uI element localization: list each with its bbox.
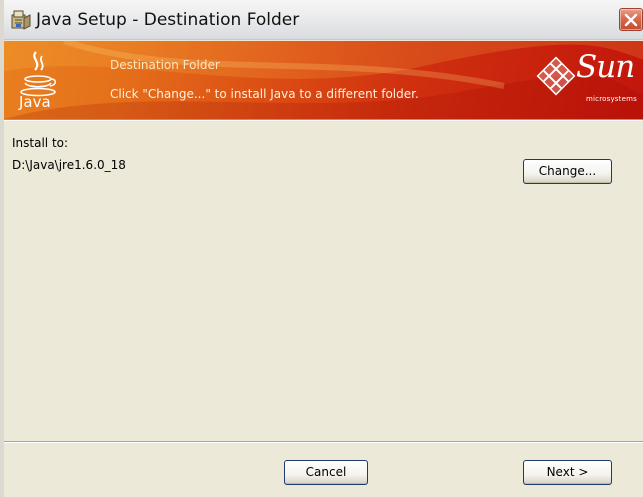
sun-logo-subtext: microsystems bbox=[586, 95, 637, 103]
footer-divider bbox=[4, 441, 643, 443]
title-bar[interactable]: Java Setup - Destination Folder bbox=[4, 0, 643, 40]
next-button[interactable]: Next > bbox=[523, 460, 612, 485]
installer-package-icon bbox=[10, 9, 32, 31]
change-button[interactable]: Change... bbox=[523, 159, 612, 184]
sun-logo-text: Sun bbox=[576, 49, 635, 85]
install-to-label: Install to: bbox=[12, 136, 69, 150]
close-button[interactable] bbox=[619, 8, 643, 31]
java-logo-text: Java bbox=[19, 93, 51, 111]
install-path-value: D:\Java\jre1.6.0_18 bbox=[12, 158, 126, 172]
sun-microsystems-logo bbox=[534, 54, 578, 101]
close-icon bbox=[624, 13, 638, 27]
window-title: Java Setup - Destination Folder bbox=[36, 10, 300, 30]
header-banner: Java Destination Folder Click "Change...… bbox=[4, 41, 643, 119]
banner-heading: Destination Folder bbox=[110, 58, 220, 72]
setup-window: Java Setup - Destination Folder Java Des… bbox=[0, 0, 643, 497]
cancel-button[interactable]: Cancel bbox=[284, 460, 368, 485]
banner-subtitle: Click "Change..." to install Java to a d… bbox=[110, 87, 419, 101]
banner-divider bbox=[4, 119, 643, 121]
